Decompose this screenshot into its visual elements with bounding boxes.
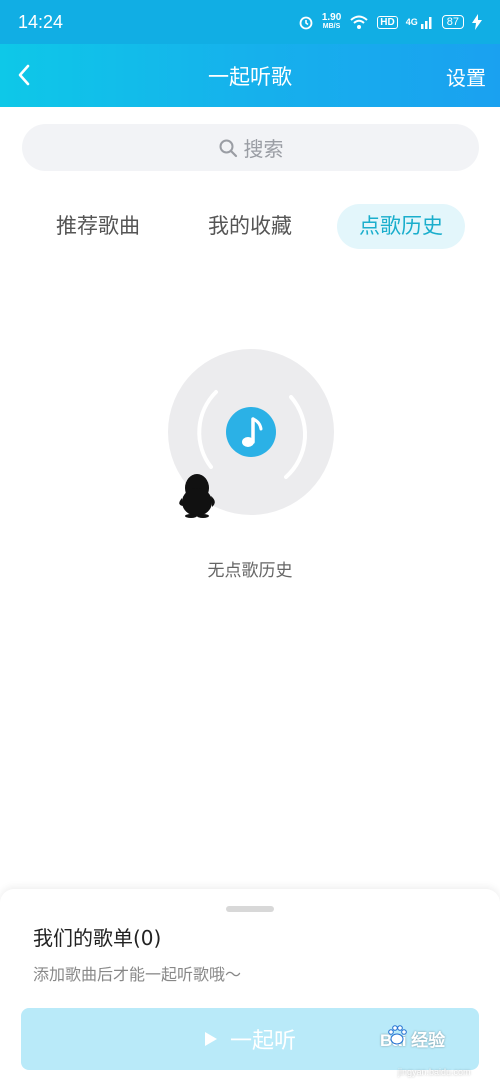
wifi-icon [350,15,368,29]
charging-icon [472,14,482,30]
tab-recommended-songs[interactable]: 推荐歌曲 [42,204,154,249]
search-placeholder: 搜索 [243,137,284,161]
empty-state-text: 无点歌历史 [207,561,293,581]
status-time: 14:24 [18,11,64,32]
network-speed-value: 1.90 [321,12,342,23]
paw-icon [388,1025,407,1045]
hd-badge: HD [377,15,398,29]
battery-level: 87 [441,15,464,29]
network-type-label: 4G [405,17,418,27]
status-icons: 1.90 MB/S HD 4G 87 [298,13,482,31]
alarm-icon [299,16,313,30]
watermark-url: jingyan.baidu.com [398,1067,471,1077]
signal-icon [420,17,432,29]
nav-bar: 一起听歌 设置 [0,44,500,107]
play-icon [204,1032,217,1046]
baidu-watermark: Bai 经验 [380,1025,445,1051]
tab-song-history[interactable]: 点歌历史 [337,204,465,249]
network-speed: 1.90 MB/S [322,13,341,31]
tab-bar: 推荐歌曲 我的收藏 点歌历史 [0,204,500,250]
back-button[interactable] [10,60,40,90]
status-bar: 14:24 1.90 MB/S HD 4G 87 [0,0,500,44]
sheet-drag-handle[interactable] [226,906,274,912]
settings-button[interactable]: 设置 [446,62,486,91]
chevron-left-icon [18,64,30,86]
playlist-sheet: 我们的歌单(0) 添加歌曲后才能一起听歌哦～ 一起听 [0,889,500,1084]
listen-together-label: 一起听 [229,1029,296,1054]
tab-my-favorites[interactable]: 我的收藏 [194,204,306,249]
search-icon [219,139,237,157]
search-bar[interactable]: 搜索 [22,124,479,171]
penguin-mascot-icon [179,474,215,518]
playlist-title: 我们的歌单(0) [33,926,162,950]
network-speed-unit: MB/S [322,23,341,30]
playlist-subtitle: 添加歌曲后才能一起听歌哦～ [33,965,242,984]
page-title: 一起听歌 [208,64,292,89]
